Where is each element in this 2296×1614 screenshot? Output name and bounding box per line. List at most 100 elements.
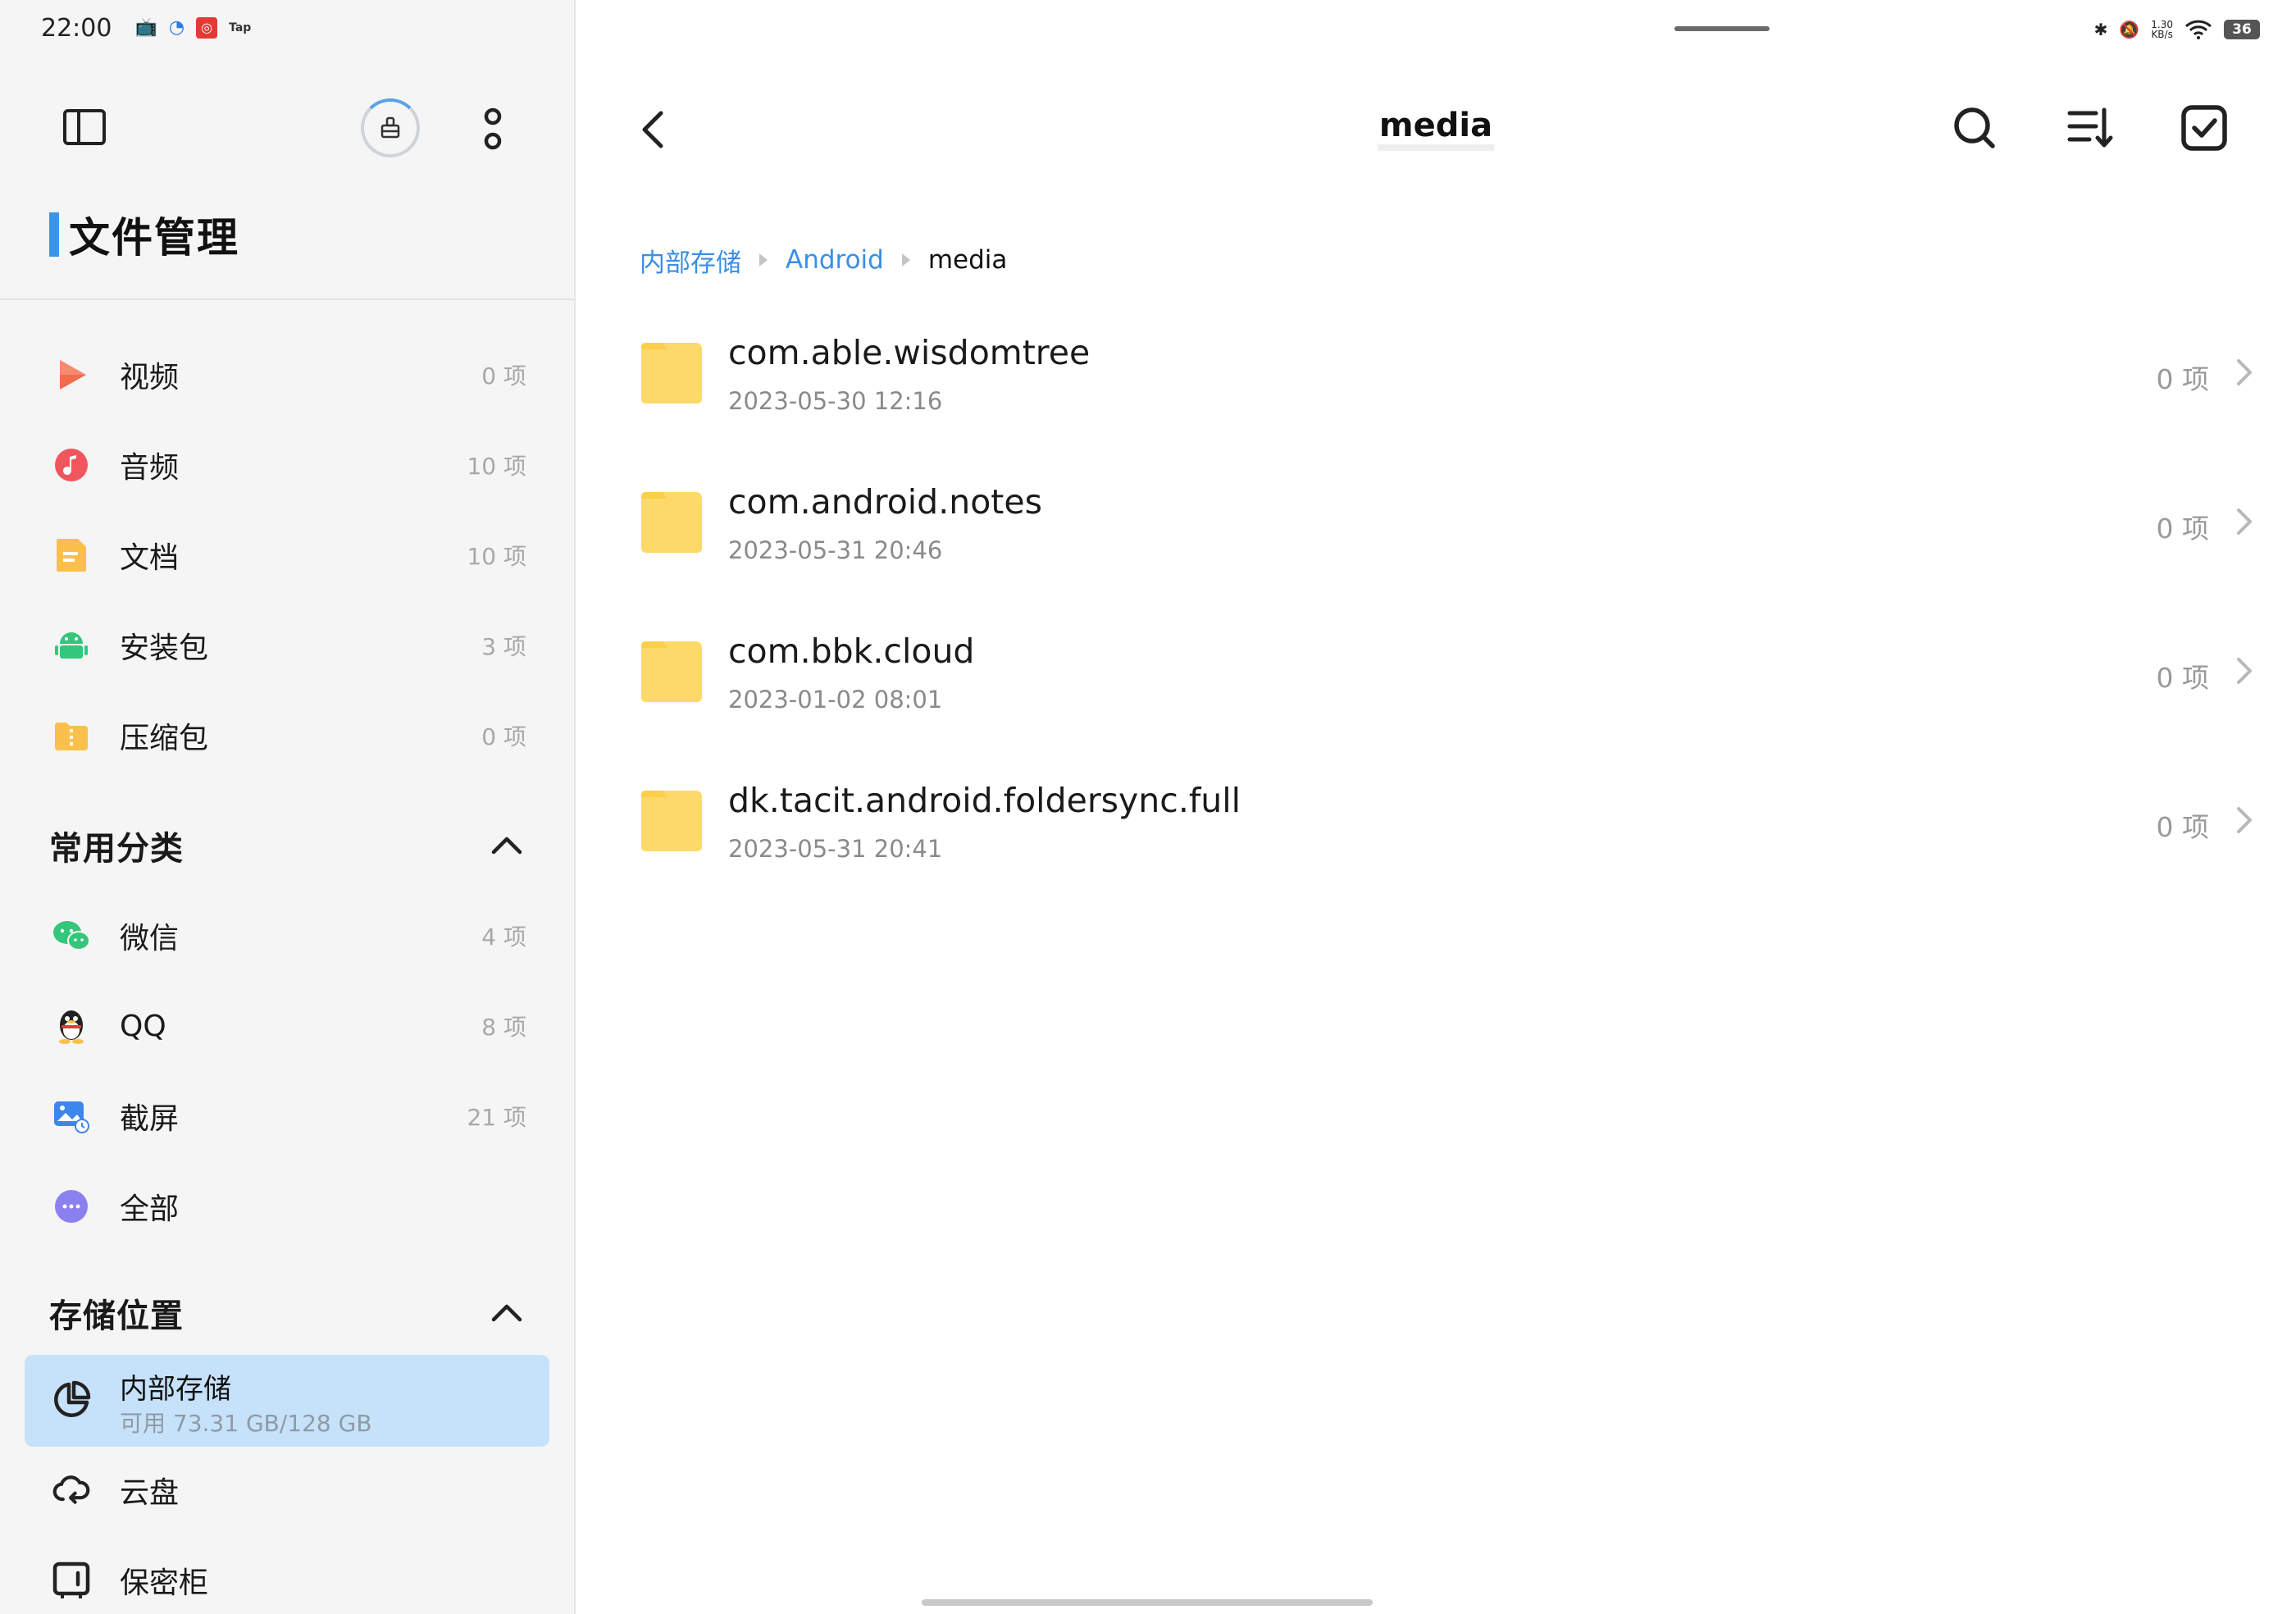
folder-date: 2023-05-30 12:16: [728, 387, 943, 415]
breadcrumb-separator-icon: [901, 253, 910, 267]
item-count: 10 项: [467, 453, 526, 480]
breadcrumb-android[interactable]: Android: [786, 245, 884, 275]
document-icon: [52, 536, 90, 574]
android-package-icon: [52, 627, 90, 664]
sidebar-item-apk[interactable]: 安装包 3 项: [0, 609, 574, 682]
folder-name: com.able.wisdomtree: [728, 333, 1091, 372]
video-icon: [52, 356, 90, 394]
sidebar-item-label: 微信: [120, 922, 180, 955]
sidebar-item-video[interactable]: 视频 0 项: [0, 338, 574, 412]
folder-row[interactable]: dk.tacit.android.foldersync.full 2023-05…: [576, 756, 2296, 905]
folder-row[interactable]: com.bbk.cloud 2023-01-02 08:01 0 项: [576, 607, 2296, 756]
clean-storage-button[interactable]: [361, 98, 420, 157]
sidebar-item-cloud[interactable]: 云盘: [0, 1453, 574, 1527]
wifi-icon: [2184, 20, 2212, 39]
folder-row[interactable]: com.able.wisdomtree 2023-05-30 12:16 0 项: [576, 308, 2296, 458]
sidebar-item-wechat[interactable]: 微信 4 项: [0, 899, 574, 973]
sidebar-item-screenshot[interactable]: 截屏 21 项: [0, 1079, 574, 1153]
folder-item-count: 0 项: [2156, 662, 2210, 694]
window-drag-handle[interactable]: [1674, 26, 1770, 31]
sidebar-item-label: 安装包: [120, 631, 209, 665]
bluetooth-icon: ✱: [2093, 20, 2108, 39]
main-panel: ✱ 🔕 1.30 KB/s 36 media 内部存储 Android medi…: [576, 0, 2296, 1614]
archive-icon: [52, 717, 90, 755]
sidebar-divider: [0, 299, 574, 300]
folder-item-count: 0 项: [2156, 513, 2210, 545]
sidebar-item-audio[interactable]: 音频 10 项: [0, 428, 574, 502]
folder-icon: [641, 343, 702, 404]
sidebar-item-qq[interactable]: QQ 8 项: [0, 989, 574, 1063]
page-title-text: media: [1377, 107, 1495, 151]
sidebar-toolbar: [0, 90, 574, 164]
more-vertical-icon: [484, 107, 502, 150]
folder-name: com.bbk.cloud: [728, 631, 975, 671]
app-notification-icon: ◔: [168, 17, 185, 38]
breadcrumb: 内部存储 Android media: [640, 242, 1007, 279]
sidebar-item-label: 保密柜: [120, 1566, 209, 1600]
search-icon: [1954, 107, 1995, 148]
wechat-icon: [52, 917, 90, 955]
app-title: 文件管理: [49, 208, 239, 262]
folder-icon: [641, 791, 702, 851]
breadcrumb-separator-icon: [759, 253, 768, 267]
mute-icon: 🔕: [2119, 20, 2140, 39]
sidebar-item-document[interactable]: 文档 10 项: [0, 518, 574, 592]
sidebar-item-archive[interactable]: 压缩包 0 项: [0, 699, 574, 773]
common-category-header[interactable]: 常用分类: [49, 817, 525, 874]
title-accent-bar: [49, 212, 59, 257]
sidebar-item-label: 截屏: [120, 1102, 180, 1136]
qq-icon: [52, 1007, 90, 1045]
folder-date: 2023-05-31 20:46: [728, 536, 943, 564]
storage-name: 内部存储: [120, 1373, 231, 1406]
sidebar-item-label: 文档: [120, 541, 180, 575]
folder-date: 2023-05-31 20:41: [728, 835, 943, 863]
section-title: 存储位置: [49, 1297, 184, 1335]
sidebar-item-all[interactable]: 全部: [0, 1169, 574, 1243]
storage-location-header[interactable]: 存储位置: [49, 1284, 525, 1342]
folder-row[interactable]: com.android.notes 2023-05-31 20:46 0 项: [576, 458, 2296, 607]
sort-button[interactable]: [2065, 105, 2114, 151]
broom-clean-icon: [380, 116, 400, 139]
item-count: 8 项: [481, 1014, 526, 1041]
sort-icon: [2067, 107, 2113, 148]
sidebar: 22:00 📺 ◔ ◎ Tap 文件管理 视频 0 项 音频 10 项 文档 1…: [0, 0, 576, 1614]
folder-name: com.android.notes: [728, 482, 1042, 522]
chevron-right-icon: [2237, 359, 2252, 385]
storage-capacity: 可用 73.31 GB/128 GB: [120, 1410, 372, 1437]
status-bar-right: ✱ 🔕 1.30 KB/s 36: [2094, 15, 2260, 44]
app-title-text: 文件管理: [69, 214, 239, 262]
safe-box-icon: [52, 1562, 90, 1599]
sidebar-item-label: 云盘: [120, 1476, 180, 1510]
item-count: 21 项: [467, 1104, 526, 1131]
battery-indicator: 36: [2224, 20, 2260, 39]
sidebar-item-label: 压缩包: [120, 722, 209, 755]
page-title: media: [576, 107, 2296, 151]
folder-icon: [641, 492, 702, 553]
item-count: 0 项: [481, 362, 526, 390]
tv-icon: 📺: [134, 17, 157, 38]
checkbox-icon: [2181, 105, 2227, 151]
weibo-icon: ◎: [196, 17, 218, 39]
sidebar-item-label: 全部: [120, 1192, 180, 1226]
sidebar-item-internal-storage[interactable]: 内部存储 可用 73.31 GB/128 GB: [25, 1355, 549, 1447]
chevron-up-icon: [491, 1304, 522, 1322]
sidebar-item-label: 视频: [120, 361, 180, 394]
network-speed: 1.30 KB/s: [2151, 20, 2173, 39]
file-manager-screen: 22:00 📺 ◔ ◎ Tap 文件管理 视频 0 项 音频 10 项 文档 1…: [0, 0, 2296, 1614]
audio-icon: [52, 446, 90, 484]
status-bar-left: 22:00 📺 ◔ ◎ Tap: [41, 11, 251, 44]
tap-icon: Tap: [229, 21, 252, 34]
status-time: 22:00: [41, 13, 112, 43]
more-options-button[interactable]: [479, 105, 507, 154]
breadcrumb-internal-storage[interactable]: 内部存储: [640, 242, 741, 279]
chevron-right-icon: [2237, 807, 2252, 833]
multi-select-button[interactable]: [2180, 103, 2229, 153]
toggle-sidebar-button[interactable]: [62, 108, 107, 146]
chevron-right-icon: [2237, 658, 2252, 684]
sidebar-item-safe[interactable]: 保密柜: [0, 1543, 574, 1614]
home-indicator[interactable]: [922, 1599, 1373, 1606]
pie-chart-icon: [54, 1380, 91, 1417]
folder-item-count: 0 项: [2156, 811, 2210, 843]
search-button[interactable]: [1950, 103, 1999, 153]
folder-item-count: 0 项: [2156, 363, 2210, 395]
